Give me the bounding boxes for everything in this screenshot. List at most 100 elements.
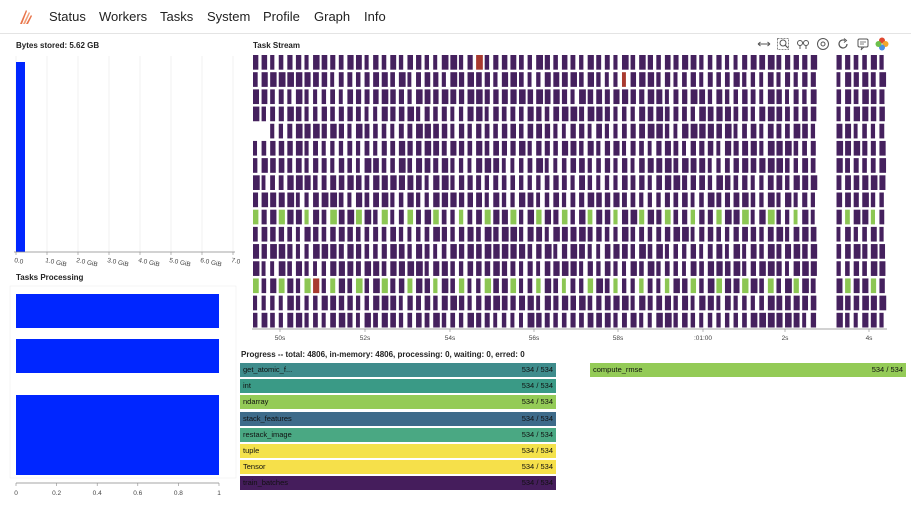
task-block (870, 278, 877, 294)
task-block (621, 226, 629, 242)
nav-tasks[interactable]: Tasks (160, 9, 193, 24)
task-block (330, 175, 337, 190)
progress-row-train-batches[interactable]: train_batches 534 / 534 (240, 476, 556, 491)
task-block (845, 261, 850, 276)
task-block (493, 158, 500, 173)
task-block (596, 89, 603, 105)
task-block (579, 261, 584, 276)
task-block (373, 140, 378, 156)
task-block (776, 226, 784, 242)
wheel-zoom-icon[interactable] (796, 37, 810, 51)
task-block (390, 55, 397, 70)
task-block (870, 192, 876, 208)
task-block (570, 72, 577, 87)
progress-row-tensor[interactable]: Tensor 534 / 534 (240, 460, 556, 475)
task-block (484, 244, 492, 259)
task-block (570, 226, 577, 242)
progress-row-compute-rmse[interactable]: compute_rmse 534 / 534 (590, 363, 906, 377)
task-block (424, 261, 429, 276)
task-block (450, 312, 456, 328)
task-block (364, 106, 369, 122)
task-block (510, 209, 517, 225)
task-block (776, 89, 782, 105)
task-block (853, 123, 858, 139)
task-block (767, 89, 775, 105)
nav-info[interactable]: Info (364, 9, 386, 24)
task-block (270, 278, 277, 294)
progress-row-restack-image[interactable]: restack_image 534 / 534 (240, 427, 556, 442)
task-block (527, 123, 534, 139)
task-block (647, 106, 654, 122)
pan-icon[interactable] (757, 37, 771, 51)
task-block (690, 140, 696, 156)
task-block (355, 72, 361, 87)
box-zoom-icon[interactable] (776, 37, 790, 51)
task-block (802, 89, 807, 105)
progress-row-int[interactable]: int 534 / 534 (240, 379, 556, 394)
bokeh-logo-icon[interactable] (875, 37, 889, 51)
task-block (879, 123, 885, 139)
task-block (630, 278, 635, 294)
task-block (776, 55, 782, 70)
task-block (373, 192, 379, 208)
task-block (373, 72, 380, 87)
task-block (441, 106, 447, 122)
task-block (484, 106, 489, 122)
task-block (750, 175, 755, 190)
task-block (519, 209, 524, 225)
task-block (742, 89, 748, 105)
reset-icon[interactable] (836, 37, 850, 51)
task-block (570, 244, 578, 259)
task-block (836, 226, 841, 242)
task-block (785, 72, 791, 87)
task-block (536, 261, 541, 276)
task-block (501, 72, 509, 87)
dask-logo-icon[interactable] (14, 6, 36, 28)
task-block (561, 278, 566, 294)
task-block (630, 209, 638, 225)
task-block (313, 55, 320, 70)
task-block (716, 72, 721, 87)
nav-graph[interactable]: Graph (314, 9, 350, 24)
task-block (879, 192, 884, 208)
task-block (390, 192, 395, 208)
task-block (836, 72, 841, 87)
task-block (596, 140, 601, 156)
task-block (759, 140, 764, 156)
task-block (424, 312, 430, 328)
task-block (656, 278, 661, 294)
hover-icon[interactable] (856, 37, 870, 51)
task-block (682, 55, 689, 70)
task-block (295, 140, 303, 156)
nav-system[interactable]: System (207, 9, 250, 24)
wheel-pan-icon[interactable] (816, 37, 830, 51)
task-block (742, 72, 747, 87)
task-block (733, 123, 738, 139)
nav-profile[interactable]: Profile (263, 9, 300, 24)
task-block (639, 55, 646, 70)
task-block (561, 89, 568, 105)
nav-workers[interactable]: Workers (99, 9, 147, 24)
task-block (304, 209, 309, 225)
progress-row-get-atomic-f-[interactable]: get_atomic_f... 534 / 534 (240, 363, 556, 377)
task-block (373, 278, 380, 294)
task-block (527, 209, 535, 225)
task-block (278, 140, 285, 156)
progress-row-stack-features[interactable]: stack_features 534 / 534 (240, 411, 556, 426)
task-block (398, 89, 405, 105)
task-block (699, 89, 706, 105)
progress-row-ndarray[interactable]: ndarray 534 / 534 (240, 395, 556, 410)
x-tick-label: 0 (14, 490, 18, 497)
task-block (742, 312, 747, 328)
task-block (742, 226, 748, 242)
task-stream-chart[interactable]: 50s 52s 54s 56s 58s:01:00 2s 4s (240, 52, 911, 345)
task-block (493, 123, 498, 139)
task-block (519, 261, 524, 276)
task-block (870, 106, 877, 122)
task-block (870, 261, 878, 276)
task-block (862, 244, 868, 259)
task-block (381, 295, 389, 311)
task-block (724, 261, 731, 276)
progress-row-tuple[interactable]: tuple 534 / 534 (240, 444, 556, 458)
nav-status[interactable]: Status (49, 9, 86, 24)
